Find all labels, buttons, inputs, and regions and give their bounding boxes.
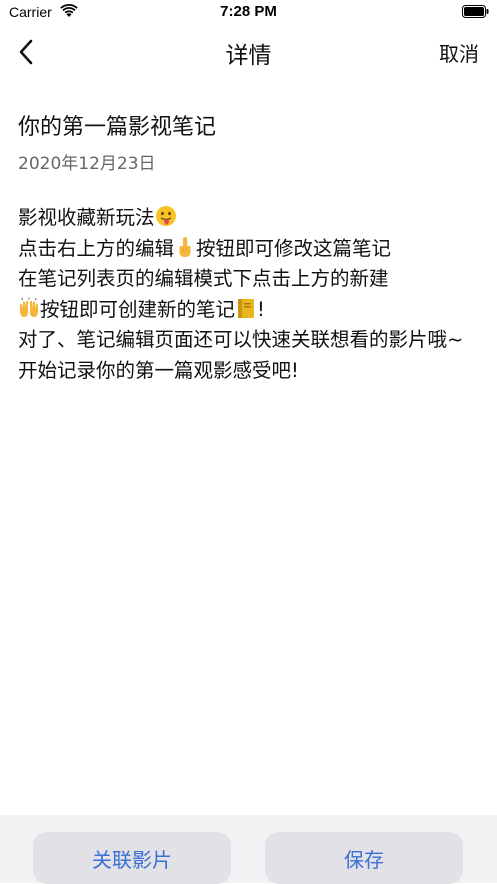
note-line: 按钮即可创建新的笔记 bbox=[40, 297, 236, 321]
note-line: 点击右上方的编辑 bbox=[18, 236, 175, 260]
cancel-button[interactable]: 取消 bbox=[439, 38, 479, 67]
note-line: 按钮即可修改这篇笔记 bbox=[196, 236, 392, 260]
tongue-out-emoji-icon bbox=[155, 206, 176, 226]
clock: 7:28 PM bbox=[220, 3, 277, 20]
save-button[interactable]: 保存 bbox=[265, 832, 463, 884]
page-title: 详情 bbox=[225, 43, 272, 69]
navigation-bar: 详情 取消 bbox=[0, 26, 497, 78]
bottom-toolbar: 关联影片 保存 bbox=[0, 815, 497, 884]
note-title[interactable]: 你的第一篇影视笔记 bbox=[18, 109, 216, 141]
note-date: 2020年12月23日 bbox=[18, 154, 156, 174]
battery-icon bbox=[462, 5, 489, 18]
raised-hands-emoji-icon bbox=[20, 297, 38, 317]
note-line: 对了、笔记编辑页面还可以快速关联想看的影片哦~ bbox=[18, 328, 464, 351]
note-line: 开始记录你的第一篇观影感受吧! bbox=[18, 358, 299, 382]
note-line: 影视收藏新玩法 bbox=[18, 206, 155, 229]
note-line: ! bbox=[257, 297, 265, 321]
status-bar: Carrier 7:28 PM bbox=[0, 0, 497, 26]
note-line: 在笔记列表页的编辑模式下点击上方的新建 bbox=[18, 267, 389, 290]
link-movie-button[interactable]: 关联影片 bbox=[33, 832, 231, 884]
note-body-editor[interactable]: 影视收藏新玩法 点击右上方的编辑 按钮即可修改这篇笔记 在笔记列表页的编辑模式下点… bbox=[18, 203, 480, 386]
pointing-up-emoji-icon bbox=[179, 236, 191, 257]
notebook-emoji-icon bbox=[238, 298, 255, 318]
